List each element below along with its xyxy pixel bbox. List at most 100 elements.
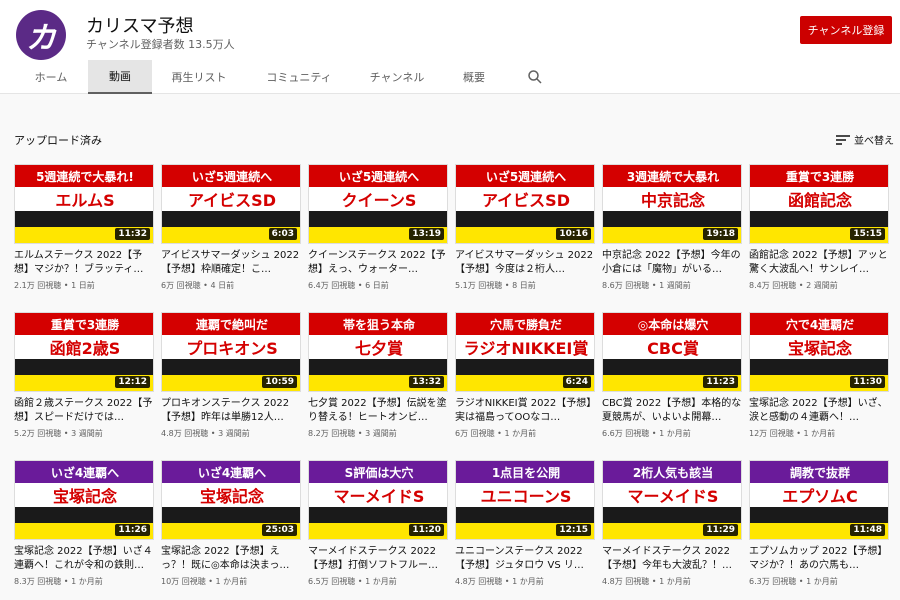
video-thumbnail[interactable]: 調教で抜群 エプソムC 11:48	[749, 460, 889, 540]
video-card[interactable]: いざ5週連続へ アイビスSD 6:03 アイビスサマーダッシュ 2022【予想】…	[161, 164, 301, 291]
video-title[interactable]: CBC賞 2022【予想】本格的な夏競馬が、いよいよ開幕…	[602, 397, 742, 425]
video-title[interactable]: アイビスサマーダッシュ 2022【予想】今度は２桁人…	[455, 249, 595, 277]
video-age: 1 か月前	[365, 577, 397, 586]
thumbnail-banner: 1点目を公開	[456, 461, 594, 483]
thumbnail-banner: 重賞で3連勝	[750, 165, 888, 187]
meta-separator: •	[205, 577, 216, 586]
video-duration: 25:03	[262, 524, 297, 536]
video-card[interactable]: 3週連続で大暴れ 中京記念 19:18 中京記念 2022【予想】今年の小倉には…	[602, 164, 742, 291]
video-card[interactable]: いざ5週連続へ アイビスSD 10:16 アイビスサマーダッシュ 2022【予想…	[455, 164, 595, 291]
video-thumbnail[interactable]: 1点目を公開 ユニコーンS 12:15	[455, 460, 595, 540]
meta-separator: •	[502, 577, 513, 586]
thumbnail-banner: 5週連続で大暴れ!	[15, 165, 153, 187]
video-title[interactable]: 七夕賞 2022【予想】伝説を塗り替える！ヒートオンビ…	[308, 397, 448, 425]
video-card[interactable]: 重賞で3連勝 函館記念 15:15 函館記念 2022【予想】アッと驚く大波乱へ…	[749, 164, 889, 291]
video-thumbnail[interactable]: いざ4連覇へ 宝塚記念 11:26	[14, 460, 154, 540]
video-thumbnail[interactable]: いざ5週連続へ アイビスSD 6:03	[161, 164, 301, 244]
video-views: 8.4万 回視聴	[749, 281, 797, 290]
thumbnail-banner: 穴で4連覇だ	[750, 313, 888, 335]
video-meta: 6万 回視聴 • 4 日前	[161, 280, 301, 291]
tab-channels[interactable]: チャンネル	[358, 60, 436, 94]
video-title[interactable]: 函館２歳ステークス 2022【予想】スピードだけでは…	[14, 397, 154, 425]
thumbnail-stripe	[309, 211, 447, 227]
video-thumbnail[interactable]: 連覇で絶叫だ プロキオンS 10:59	[161, 312, 301, 392]
channel-avatar[interactable]: カ	[16, 10, 66, 60]
video-title[interactable]: 宝塚記念 2022【予想】いざ４連覇へ！これが令和の鉄則…	[14, 545, 154, 573]
video-card[interactable]: 調教で抜群 エプソムC 11:48 エプソムカップ 2022【予想】マジか？！あ…	[749, 460, 889, 587]
video-thumbnail[interactable]: いざ5週連続へ クイーンS 13:19	[308, 164, 448, 244]
video-card[interactable]: 2桁人気も該当 マーメイドS 11:29 マーメイドステークス 2022【予想】…	[602, 460, 742, 587]
tab-playlists[interactable]: 再生リスト	[160, 60, 238, 94]
thumbnail-banner: 重賞で3連勝	[15, 313, 153, 335]
video-views: 4.8万 回視聴	[602, 577, 650, 586]
sort-button[interactable]: 並べ替え	[836, 132, 894, 147]
thumbnail-race-title: 宝塚記念	[199, 487, 264, 506]
video-thumbnail[interactable]: 帯を狙う本命 七夕賞 13:32	[308, 312, 448, 392]
video-card[interactable]: いざ4連覇へ 宝塚記念 25:03 宝塚記念 2022【予想】えっ？！既に◎本命…	[161, 460, 301, 587]
video-meta: 12万 回視聴 • 1 か月前	[749, 428, 889, 439]
video-age: 1 か月前	[512, 577, 544, 586]
video-card[interactable]: 穴馬で勝負だ ラジオNIKKEI賞 6:24 ラジオNIKKEI賞 2022【予…	[455, 312, 595, 439]
video-age: 1 日前	[71, 281, 95, 290]
video-thumbnail[interactable]: 穴で4連覇だ 宝塚記念 11:30	[749, 312, 889, 392]
video-meta: 5.2万 回視聴 • 3 週間前	[14, 428, 154, 439]
thumbnail-stripe	[15, 359, 153, 375]
tab-about[interactable]: 概要	[446, 60, 502, 94]
video-title[interactable]: ラジオNIKKEI賞 2022【予想】実は福島ってOOなコ…	[455, 397, 595, 425]
video-thumbnail[interactable]: 5週連続で大暴れ! エルムS 11:32	[14, 164, 154, 244]
video-card[interactable]: ◎本命は爆穴 CBC賞 11:23 CBC賞 2022【予想】本格的な夏競馬が、…	[602, 312, 742, 439]
video-card[interactable]: 帯を狙う本命 七夕賞 13:32 七夕賞 2022【予想】伝説を塗り替える！ヒー…	[308, 312, 448, 439]
video-title[interactable]: 宝塚記念 2022【予想】いざ、涙と感動の４連覇へ！…	[749, 397, 889, 425]
thumbnail-stripe	[162, 211, 300, 227]
video-title[interactable]: 宝塚記念 2022【予想】えっ？！既に◎本命は決まっ…	[161, 545, 301, 573]
video-title[interactable]: ユニコーンステークス 2022【予想】ジュタロウ VS リ…	[455, 545, 595, 573]
video-thumbnail[interactable]: いざ4連覇へ 宝塚記念 25:03	[161, 460, 301, 540]
video-age: 6 日前	[365, 281, 389, 290]
search-icon[interactable]	[526, 68, 544, 86]
video-title[interactable]: エルムステークス 2022【予想】マジか？！ブラッティ…	[14, 249, 154, 277]
subscribe-button[interactable]: チャンネル登録	[800, 16, 892, 44]
video-card[interactable]: 連覇で絶叫だ プロキオンS 10:59 プロキオンステークス 2022【予想】昨…	[161, 312, 301, 439]
video-thumbnail[interactable]: いざ5週連続へ アイビスSD 10:16	[455, 164, 595, 244]
video-duration: 15:15	[850, 228, 885, 240]
thumbnail-race-title: アイビスSD	[187, 191, 276, 210]
thumbnail-stripe	[750, 211, 888, 227]
thumbnail-stripe	[456, 211, 594, 227]
video-thumbnail[interactable]: ◎本命は爆穴 CBC賞 11:23	[602, 312, 742, 392]
video-age: 8 日前	[512, 281, 536, 290]
video-thumbnail[interactable]: 3週連続で大暴れ 中京記念 19:18	[602, 164, 742, 244]
video-thumbnail[interactable]: 穴馬で勝負だ ラジオNIKKEI賞 6:24	[455, 312, 595, 392]
tab-videos[interactable]: 動画	[88, 60, 152, 94]
thumbnail-stripe	[603, 359, 741, 375]
video-title[interactable]: クイーンステークス 2022【予想】えっ、ウォーター…	[308, 249, 448, 277]
tab-community[interactable]: コミュニティ	[256, 60, 342, 94]
video-card[interactable]: いざ4連覇へ 宝塚記念 11:26 宝塚記念 2022【予想】いざ４連覇へ！これ…	[14, 460, 154, 587]
video-title[interactable]: エプソムカップ 2022【予想】マジか？！あの穴馬も…	[749, 545, 889, 573]
video-title[interactable]: 中京記念 2022【予想】今年の小倉には「魔物」がいる…	[602, 249, 742, 277]
video-card[interactable]: 1点目を公開 ユニコーンS 12:15 ユニコーンステークス 2022【予想】ジ…	[455, 460, 595, 587]
video-thumbnail[interactable]: 2桁人気も該当 マーメイドS 11:29	[602, 460, 742, 540]
video-meta: 4.8万 回視聴 • 3 週間前	[161, 428, 301, 439]
video-thumbnail[interactable]: 重賞で3連勝 函館記念 15:15	[749, 164, 889, 244]
video-card[interactable]: 5週連続で大暴れ! エルムS 11:32 エルムステークス 2022【予想】マジ…	[14, 164, 154, 291]
video-title[interactable]: マーメイドステークス 2022【予想】今年も大波乱？！…	[602, 545, 742, 573]
thumbnail-race-title: ラジオNIKKEI賞	[463, 339, 589, 358]
video-thumbnail[interactable]: S評価は大穴 マーメイドS 11:20	[308, 460, 448, 540]
video-views: 6.5万 回視聴	[308, 577, 356, 586]
video-card[interactable]: 重賞で3連勝 函館2歳S 12:12 函館２歳ステークス 2022【予想】スピー…	[14, 312, 154, 439]
meta-separator: •	[796, 281, 807, 290]
meta-separator: •	[494, 429, 505, 438]
thumbnail-banner: 連覇で絶叫だ	[162, 313, 300, 335]
thumbnail-stripe	[603, 211, 741, 227]
video-title[interactable]: マーメイドステークス 2022【予想】打倒ソフトフルー…	[308, 545, 448, 573]
video-card[interactable]: S評価は大穴 マーメイドS 11:20 マーメイドステークス 2022【予想】打…	[308, 460, 448, 587]
video-title[interactable]: アイビスサマーダッシュ 2022【予想】枠順確定！こ…	[161, 249, 301, 277]
thumbnail-stripe	[603, 507, 741, 523]
video-thumbnail[interactable]: 重賞で3連勝 函館2歳S 12:12	[14, 312, 154, 392]
video-card[interactable]: いざ5週連続へ クイーンS 13:19 クイーンステークス 2022【予想】えっ…	[308, 164, 448, 291]
video-views: 5.1万 回視聴	[455, 281, 503, 290]
tab-home[interactable]: ホーム	[14, 60, 88, 94]
video-card[interactable]: 穴で4連覇だ 宝塚記念 11:30 宝塚記念 2022【予想】いざ、涙と感動の４…	[749, 312, 889, 439]
video-title[interactable]: 函館記念 2022【予想】アッと驚く大波乱へ！サンレイ…	[749, 249, 889, 277]
video-title[interactable]: プロキオンステークス 2022【予想】昨年は単勝12人…	[161, 397, 301, 425]
